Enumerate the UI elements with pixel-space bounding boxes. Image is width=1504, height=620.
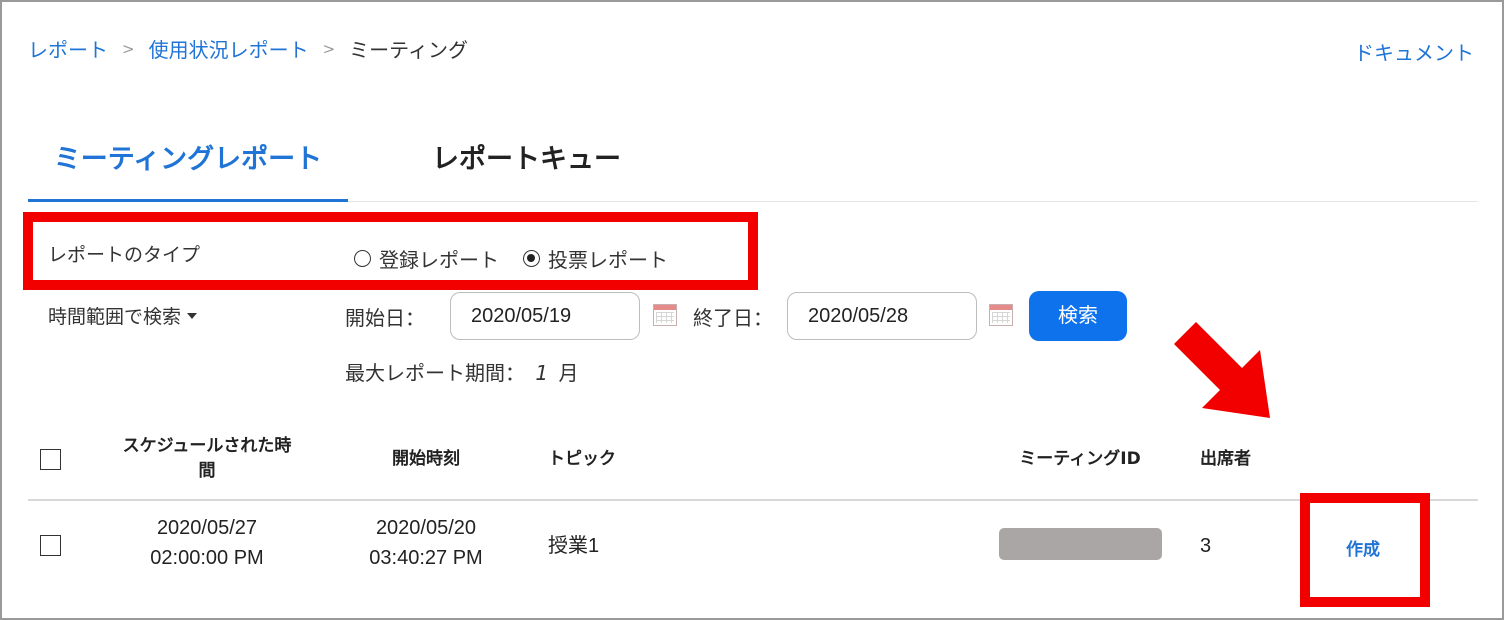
topic-cell: 授業1 [548,535,600,557]
column-header-topic[interactable]: トピック [548,447,616,472]
calendar-icon[interactable] [653,304,677,326]
breadcrumb-reports-link[interactable]: レポート [28,34,108,63]
breadcrumb-separator: > [122,39,135,58]
max-report-period: 最大レポート期間： 1 月 [345,357,578,386]
end-date-input[interactable]: 2020/05/28 [787,292,977,340]
column-header-start-time[interactable]: 開始時刻 [356,447,496,472]
highlight-box-create [1300,493,1430,607]
column-header-meeting-id[interactable]: ミーティングID [1000,447,1160,472]
max-period-unit: 月 [558,361,579,385]
tab-report-queue[interactable]: レポートキュー [432,138,621,202]
start-date-input[interactable]: 2020/05/19 [450,292,640,340]
header-text-line: スケジュールされた時 [122,436,292,456]
max-period-label: 最大レポート期間： [345,361,525,385]
documentation-link[interactable]: ドキュメント [1354,37,1474,66]
end-date-label: 終了日： [693,306,773,330]
start-time-cell: 2020/05/20 03:40:27 PM [356,513,496,573]
dropdown-label: 時間範囲で検索 [48,306,182,328]
start-date-label: 開始日： [345,306,425,330]
max-period-value: 1 [535,361,549,385]
breadcrumb-separator: > [322,39,336,58]
breadcrumb-usage-link[interactable]: 使用状況レポート [149,34,309,63]
calendar-icon[interactable] [989,304,1013,326]
start-date: 2020/05/20 [375,517,477,539]
breadcrumb-current: ミーティング [349,38,468,62]
scheduled-time-cell: 2020/05/27 02:00:00 PM [100,513,314,573]
redacted-meeting-id [999,528,1162,560]
scheduled-date: 2020/05/27 [156,517,258,539]
select-all-checkbox[interactable] [40,449,61,470]
red-arrow-icon [1174,322,1270,418]
search-button[interactable]: 検索 [1029,291,1127,341]
report-tabs: ミーティングレポート レポートキュー [28,138,1478,202]
scheduled-time: 02:00:00 PM [150,547,264,569]
column-header-scheduled-time[interactable]: スケジュールされた時 間 [100,434,314,484]
row-checkbox[interactable] [40,535,61,556]
start-time: 03:40:27 PM [369,547,483,569]
highlight-box-report-type [23,212,758,290]
tab-meeting-report[interactable]: ミーティングレポート [28,138,348,202]
breadcrumb: レポート > 使用状況レポート > ミーティング [28,34,468,63]
header-text-line: 間 [198,461,216,481]
caret-down-icon [187,312,198,319]
column-header-attendees[interactable]: 出席者 [1200,447,1251,472]
table-header-divider [28,499,1478,501]
attendees-cell: 3 [1200,535,1212,557]
time-range-dropdown[interactable]: 時間範囲で検索 [48,302,198,329]
